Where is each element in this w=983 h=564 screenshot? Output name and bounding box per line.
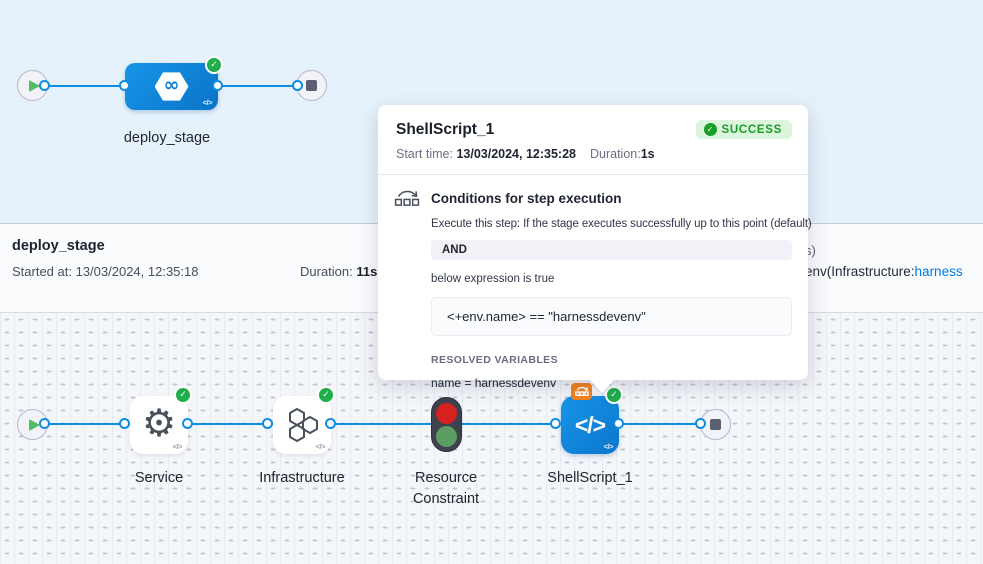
stage-bar-title: deploy_stage <box>12 238 105 254</box>
popover-time-row: Start time: 13/03/2024, 12:35:28 Duration… <box>396 147 792 161</box>
traffic-green-light-icon <box>436 426 457 447</box>
play-icon <box>29 419 40 431</box>
expression-intro: below expression is true <box>431 273 792 285</box>
stage-duration: Duration: 11s <box>300 264 377 279</box>
and-operator: AND <box>431 240 792 260</box>
step-label-service[interactable]: Service <box>79 468 239 489</box>
start-time-value: 13/03/2024, 12:35:28 <box>456 147 576 161</box>
step-label-shellscript[interactable]: ShellScript_1 <box>510 468 670 489</box>
popover-title: ShellScript_1 <box>396 121 494 139</box>
success-check-icon: ✓ <box>704 123 717 136</box>
infrastructure-step-node[interactable]: </> <box>273 396 331 454</box>
connector-dot <box>39 418 50 429</box>
status-text: SUCCESS <box>722 124 783 136</box>
popover-caret <box>589 379 615 393</box>
expression-value: <+env.name> == "harnessdevenv" <box>431 297 792 336</box>
code-marker-icon: </> <box>316 442 325 451</box>
success-check-icon: ✓ <box>174 386 192 404</box>
conditions-description: Execute this step: If the stage executes… <box>431 218 792 230</box>
resolved-variables-label: RESOLVED VARIABLES <box>431 354 792 366</box>
pipeline-execution-view: ∞ </> ✓ deploy_stage deploy_stage Starte… <box>0 0 983 564</box>
connector-dot <box>182 418 193 429</box>
connector-dot <box>613 418 624 429</box>
connector-dot <box>695 418 706 429</box>
connector-dot <box>325 418 336 429</box>
connector-dot <box>262 418 273 429</box>
connector-dot <box>119 80 130 91</box>
gear-icon: ⚙ <box>142 404 176 442</box>
clipped-infrastructure-text: env(Infrastructure:harness <box>805 264 963 279</box>
stop-icon <box>710 419 721 430</box>
infra-text: env(Infrastructure: <box>805 264 915 279</box>
step-details-popover: ShellScript_1 ✓ SUCCESS Start time: 13/0… <box>378 105 808 380</box>
popover-duration-label: Duration: <box>590 147 641 161</box>
deploy-stage-node[interactable]: ∞ </> <box>125 63 218 110</box>
connector-dot <box>550 418 561 429</box>
connector-dot <box>292 80 303 91</box>
infra-link[interactable]: harness <box>915 264 963 279</box>
play-icon <box>29 80 40 92</box>
code-marker-icon: </> <box>173 442 182 451</box>
infinity-icon: ∞ <box>164 76 180 95</box>
service-step-node[interactable]: ⚙ </> <box>130 396 188 454</box>
stage-label[interactable]: deploy_stage <box>87 128 247 149</box>
success-check-icon: ✓ <box>317 386 335 404</box>
cd-stage-icon: ∞ <box>155 72 189 102</box>
connector-dot <box>39 80 50 91</box>
step-label-resource-constraint[interactable]: Resource Constraint <box>386 468 506 510</box>
popover-header: ShellScript_1 ✓ SUCCESS Start time: 13/0… <box>378 105 808 174</box>
stop-icon <box>306 80 317 91</box>
stage-started-at: Started at: 13/03/2024, 12:35:18 <box>12 264 198 279</box>
shell-script-icon: </> <box>575 412 605 439</box>
popover-body: Conditions for step execution Execute th… <box>378 175 808 408</box>
code-marker-icon: </> <box>604 442 613 451</box>
conditional-execution-icon <box>394 189 420 208</box>
connector-dot <box>212 80 223 91</box>
duration-label: Duration: <box>300 264 356 279</box>
start-time-label: Start time: <box>396 147 456 161</box>
conditions-title: Conditions for step execution <box>431 191 622 206</box>
success-check-icon: ✓ <box>205 56 223 74</box>
hexagons-icon <box>283 406 321 444</box>
code-marker-icon: </> <box>203 98 212 107</box>
connector-dot <box>119 418 130 429</box>
status-badge: ✓ SUCCESS <box>696 120 793 139</box>
duration-value: 11s <box>356 264 377 279</box>
step-label-infrastructure[interactable]: Infrastructure <box>222 468 382 489</box>
popover-duration-value: 1s <box>641 147 655 161</box>
